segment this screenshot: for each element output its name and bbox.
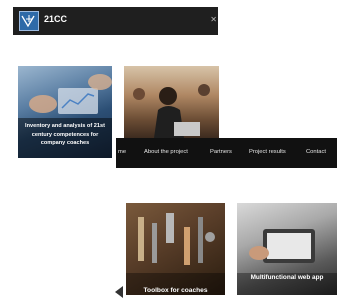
hero-card-title: Inventory and analysis of 21st century c… — [25, 123, 105, 147]
card-web-app[interactable]: Multifunctional web app — [237, 203, 337, 295]
card-title: Toolbox for coaches — [143, 287, 208, 294]
arrow-left-icon[interactable] — [115, 286, 123, 298]
card-toolbox[interactable]: Toolbox for coaches — [126, 203, 225, 295]
header-bar: 21CC ✕ — [13, 7, 218, 35]
nav-item-partners[interactable]: Partners — [210, 149, 232, 155]
nav-item-about[interactable]: About the project — [144, 149, 188, 155]
nav-item-results[interactable]: Project results — [249, 149, 286, 155]
21cc-logo-icon[interactable] — [19, 11, 39, 31]
nav-item-contact[interactable]: Contact — [306, 149, 326, 155]
brand-name[interactable]: 21CC — [44, 14, 67, 24]
person-laptop-image — [133, 84, 210, 138]
card-title: Multifunctional web app — [250, 274, 324, 281]
main-nav: me About the project Partners Project re… — [116, 138, 337, 168]
close-icon[interactable]: ✕ — [210, 15, 217, 24]
hero-card-outdoor[interactable] — [124, 66, 219, 138]
hero-card-inventory[interactable]: Inventory and analysis of 21st century c… — [18, 66, 112, 158]
nav-item-home[interactable]: me — [118, 149, 126, 155]
